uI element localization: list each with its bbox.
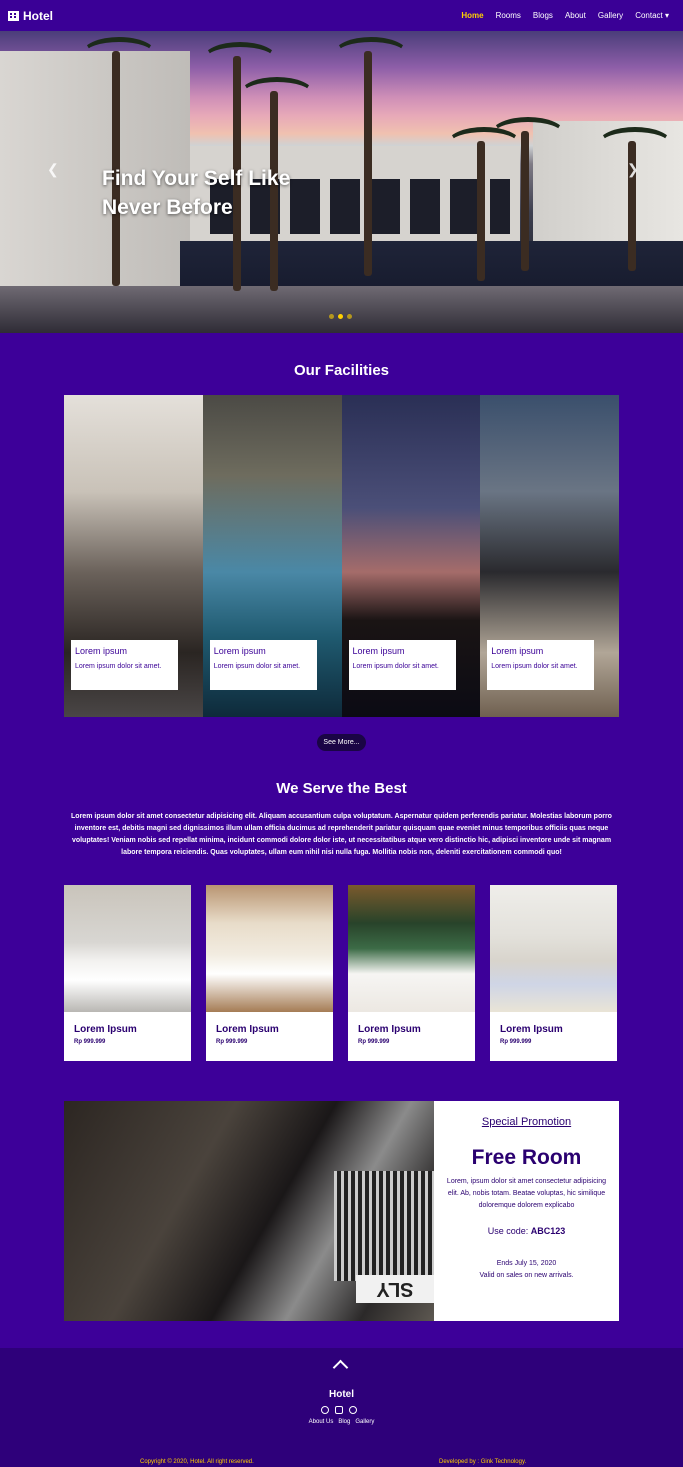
navbar: Hotel Home Rooms Blogs About Gallery Con… — [0, 0, 683, 31]
promotion-code-value: ABC123 — [530, 1226, 566, 1236]
facility-card-text: Lorem ipsum dolor sit amet. — [491, 663, 578, 670]
carousel-dot[interactable] — [329, 314, 334, 319]
developer-credit: Developed by : Gink Technology. — [439, 1459, 527, 1465]
serve-title: We Serve the Best — [276, 780, 407, 797]
nav-link-blogs[interactable]: Blogs — [527, 11, 559, 20]
footer-links: About Us Blog Gallery — [0, 1419, 683, 1425]
facility-card-text: Lorem ipsum dolor sit amet. — [75, 663, 162, 670]
hero-carousel: Find Your Self Like Never Before ❮ ❯ — [0, 31, 683, 333]
palm-tree — [491, 117, 565, 271]
promotion-validity: Valid on sales on new arrivals. — [479, 1272, 574, 1279]
building-icon — [8, 10, 19, 21]
room-card[interactable]: Lorem Ipsum Rp 999.999 — [64, 885, 191, 1061]
promotion-terms: Ends July 15, 2020 Valid on sales on new… — [434, 1258, 619, 1282]
promotion-description: Lorem, ipsum dolor sit amet consectetur … — [446, 1178, 607, 1209]
room-image — [206, 885, 333, 1012]
hero-title: Find Your Self Like Never Before — [102, 164, 290, 222]
nav-link-home[interactable]: Home — [455, 11, 489, 20]
facility-panel[interactable]: Lorem ipsum Lorem ipsum dolor sit amet. — [480, 395, 619, 717]
rooms-list: Lorem Ipsum Rp 999.999 Lorem Ipsum Rp 99… — [64, 885, 619, 1061]
facility-card: Lorem ipsum Lorem ipsum dolor sit amet. — [209, 640, 317, 690]
carousel-prev-icon[interactable]: ❮ — [47, 161, 59, 178]
carousel-dot[interactable] — [347, 314, 352, 319]
promotion-end-date: Ends July 15, 2020 — [496, 1260, 557, 1267]
facility-card-title: Lorem ipsum — [491, 646, 544, 656]
room-price: Rp 999.999 — [500, 1039, 532, 1045]
social-links — [321, 1406, 357, 1414]
footer-link-gallery[interactable]: Gallery — [355, 1419, 374, 1425]
footer: Hotel About Us Blog Gallery Copyright © … — [0, 1348, 683, 1467]
room-image — [490, 885, 617, 1012]
facility-card-title: Lorem ipsum — [75, 646, 128, 656]
instagram-icon[interactable] — [335, 1406, 343, 1414]
room-price: Rp 999.999 — [358, 1039, 390, 1045]
copyright-text: Copyright © 2020, Hotel. All right reser… — [140, 1459, 254, 1465]
palm-tree — [447, 127, 521, 281]
palm-tree — [334, 37, 408, 276]
promotion-details: Special Promotion Free Room Lorem, ipsum… — [434, 1101, 619, 1321]
promotion-title: Free Room — [471, 1146, 582, 1169]
footer-link-about[interactable]: About Us — [309, 1419, 334, 1425]
nav-link-contact-dropdown[interactable]: Contact ▾ — [629, 11, 675, 20]
facility-card-text: Lorem ipsum dolor sit amet. — [352, 663, 439, 670]
room-card[interactable]: Lorem Ipsum Rp 999.999 — [490, 885, 617, 1061]
room-name: Lorem Ipsum — [74, 1024, 137, 1035]
facility-panel[interactable]: Lorem ipsum Lorem ipsum dolor sit amet. — [341, 395, 481, 717]
room-name: Lorem Ipsum — [358, 1024, 421, 1035]
footer-link-blog[interactable]: Blog — [338, 1419, 350, 1425]
facility-card: Lorem ipsum Lorem ipsum dolor sit amet. — [487, 640, 595, 690]
facility-card-title: Lorem ipsum — [213, 646, 266, 656]
whatsapp-icon[interactable] — [321, 1406, 329, 1414]
facility-card-title: Lorem ipsum — [352, 646, 405, 656]
car-grille — [334, 1171, 434, 1281]
see-more-button[interactable]: See More... — [317, 734, 366, 751]
back-to-top-icon[interactable] — [332, 1359, 349, 1376]
facility-card: Lorem ipsum Lorem ipsum dolor sit amet. — [71, 640, 178, 690]
carousel-indicators — [329, 314, 352, 319]
hero-title-line1: Find Your Self Like — [102, 167, 291, 190]
nav-link-about[interactable]: About — [559, 11, 592, 20]
room-card[interactable]: Lorem Ipsum Rp 999.999 — [348, 885, 475, 1061]
nav-link-gallery[interactable]: Gallery — [592, 11, 629, 20]
room-image — [64, 885, 191, 1012]
promotion-code-label: Use code: — [487, 1226, 529, 1236]
brand-name: Hotel — [23, 8, 53, 23]
facility-panel[interactable]: Lorem ipsum Lorem ipsum dolor sit amet. — [202, 395, 342, 717]
license-plate: SLY — [356, 1275, 434, 1303]
promotion-banner: SLY Special Promotion Free Room Lorem, i… — [64, 1101, 619, 1321]
room-image — [348, 885, 475, 1012]
room-name: Lorem Ipsum — [216, 1024, 279, 1035]
room-name: Lorem Ipsum — [500, 1024, 563, 1035]
carousel-next-icon[interactable]: ❯ — [627, 161, 639, 178]
footer-brand: Hotel — [329, 1389, 354, 1400]
nav-link-rooms[interactable]: Rooms — [490, 11, 527, 20]
facility-panel[interactable]: Lorem ipsum Lorem ipsum dolor sit amet. — [64, 395, 203, 717]
hero-title-line2: Never Before — [102, 196, 233, 219]
facilities-title: Our Facilities — [293, 362, 390, 379]
promotion-image: SLY — [64, 1101, 434, 1321]
hero-deck — [0, 286, 683, 333]
room-card[interactable]: Lorem Ipsum Rp 999.999 — [206, 885, 333, 1061]
facilities-gallery: Lorem ipsum Lorem ipsum dolor sit amet. … — [64, 395, 619, 717]
promotion-code: Use code: ABC123 — [434, 1226, 619, 1236]
room-price: Rp 999.999 — [74, 1039, 106, 1045]
promotion-label[interactable]: Special Promotion — [434, 1116, 619, 1128]
serve-description: Lorem ipsum dolor sit amet consectetur a… — [71, 813, 612, 856]
dribbble-icon[interactable] — [349, 1406, 357, 1414]
facility-card: Lorem ipsum Lorem ipsum dolor sit amet. — [348, 640, 456, 690]
carousel-dot-active[interactable] — [338, 314, 343, 319]
brand-logo[interactable]: Hotel — [8, 9, 53, 23]
nav-links: Home Rooms Blogs About Gallery Contact ▾ — [455, 11, 675, 20]
room-price: Rp 999.999 — [216, 1039, 248, 1045]
facility-card-text: Lorem ipsum dolor sit amet. — [213, 663, 301, 670]
